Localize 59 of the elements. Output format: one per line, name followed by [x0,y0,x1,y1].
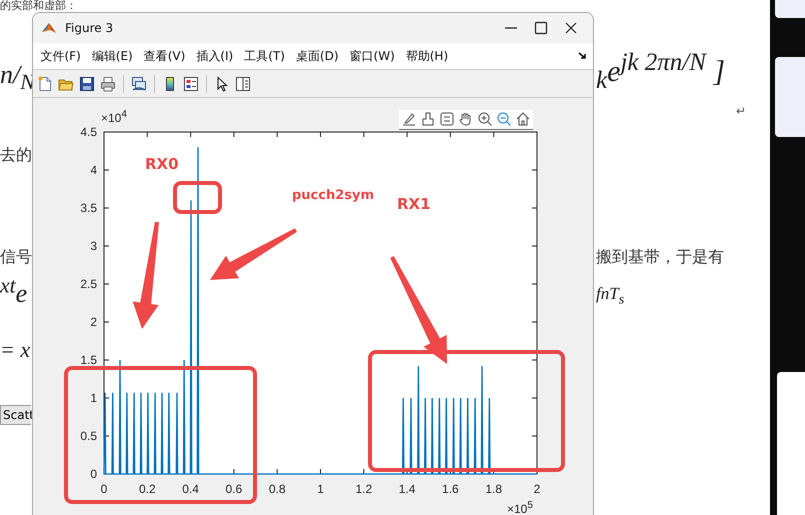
panel [775,0,805,18]
tick-label: 0.4 [182,482,199,496]
formula-text: $_{k}$e$^{jk 2πn/N}$ ] [596,55,726,88]
tick-label: 3 [90,239,97,253]
tick-label: 2 [90,315,97,329]
menu-item[interactable]: 查看(V) [138,44,191,68]
close-icon[interactable] [563,20,579,36]
tick-label: 4.5 [80,125,97,139]
paragraph-text: 去的 [0,145,32,164]
tick-label: 0 [100,482,108,496]
formula-text: = x [0,337,30,362]
menu-item[interactable]: 插入(I) [190,44,239,68]
dock-arrow-icon[interactable] [577,51,587,61]
tick-label: 0.5 [80,429,97,443]
scatter-button[interactable]: Scatt [0,405,31,425]
paragraph-text: 信号 [0,247,32,266]
paragraph-text: 搬到基带，于是有 [596,247,724,266]
tick-label: 0.6 [226,482,242,496]
tick-label: 0 [90,467,97,481]
menu-item[interactable]: 编辑(E) [86,44,138,68]
tick-label: 3.5 [80,201,97,215]
zoom-in-icon[interactable] [477,111,493,127]
highlight-frame [173,181,222,214]
maximize-icon[interactable] [533,20,549,36]
formula-text: $^{xt}$e [0,278,28,308]
callout-label: RX0 [145,155,179,173]
formula-text: fnT$_{s}$ [596,284,624,304]
menu-item[interactable]: 文件(F) [35,44,86,68]
property-panel-icon[interactable] [235,76,251,92]
menu-item[interactable]: 帮助(H) [400,44,454,68]
tick-label: 2 [534,482,540,496]
tick-label: 1.2 [355,482,372,496]
axis-multiplier: ×10$^{4}$ [101,109,127,125]
tick-label: 1 [90,391,97,405]
axis-multiplier: ×10$^{5}$ [507,500,533,515]
tick-label: 1.4 [398,482,416,496]
callout-label: RX1 [397,195,431,213]
tick-label: 1 [317,482,324,496]
paragraph-text: 的实部和虚部： [0,0,78,12]
menu-item[interactable]: 工具(T) [238,44,290,68]
tick-label: 1.5 [80,353,97,367]
tick-label: 1.6 [442,482,459,496]
tick-label: 4 [90,163,97,177]
menu-item[interactable]: 桌面(D) [290,44,344,68]
home-icon[interactable] [515,111,531,127]
tick-label: 2.5 [80,277,97,291]
printer-icon[interactable] [100,76,116,92]
legend-icon[interactable] [183,76,199,92]
new-file-icon[interactable] [37,76,53,92]
window-title: Figure 3 [65,21,114,35]
tick-label: 1.8 [485,482,502,496]
save-icon[interactable] [79,76,95,92]
linked-windows-icon[interactable] [131,76,147,92]
menu-item[interactable]: 窗口(W) [344,44,400,68]
callout-label: pucch2sym [292,188,374,203]
zoom-out-icon[interactable] [496,111,512,127]
paragraph-mark: ↵ [736,104,746,118]
tick-label: 0.8 [268,482,286,496]
tick-label: 0.2 [138,482,156,496]
